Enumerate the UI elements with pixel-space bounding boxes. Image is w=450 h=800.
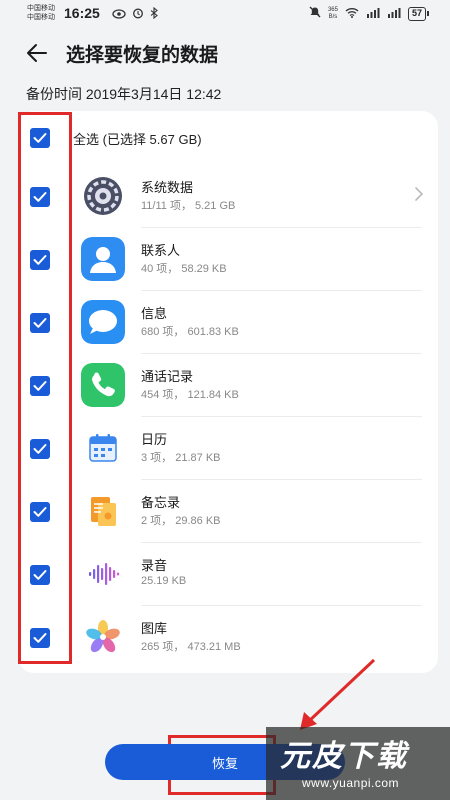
watermark-logo: 元皮下载 xyxy=(280,740,408,773)
watermark-url: www.yuanpi.com xyxy=(302,776,400,790)
annotation-arrow-icon xyxy=(300,658,376,730)
watermark: 元皮下载 www.yuanpi.com xyxy=(266,727,450,800)
